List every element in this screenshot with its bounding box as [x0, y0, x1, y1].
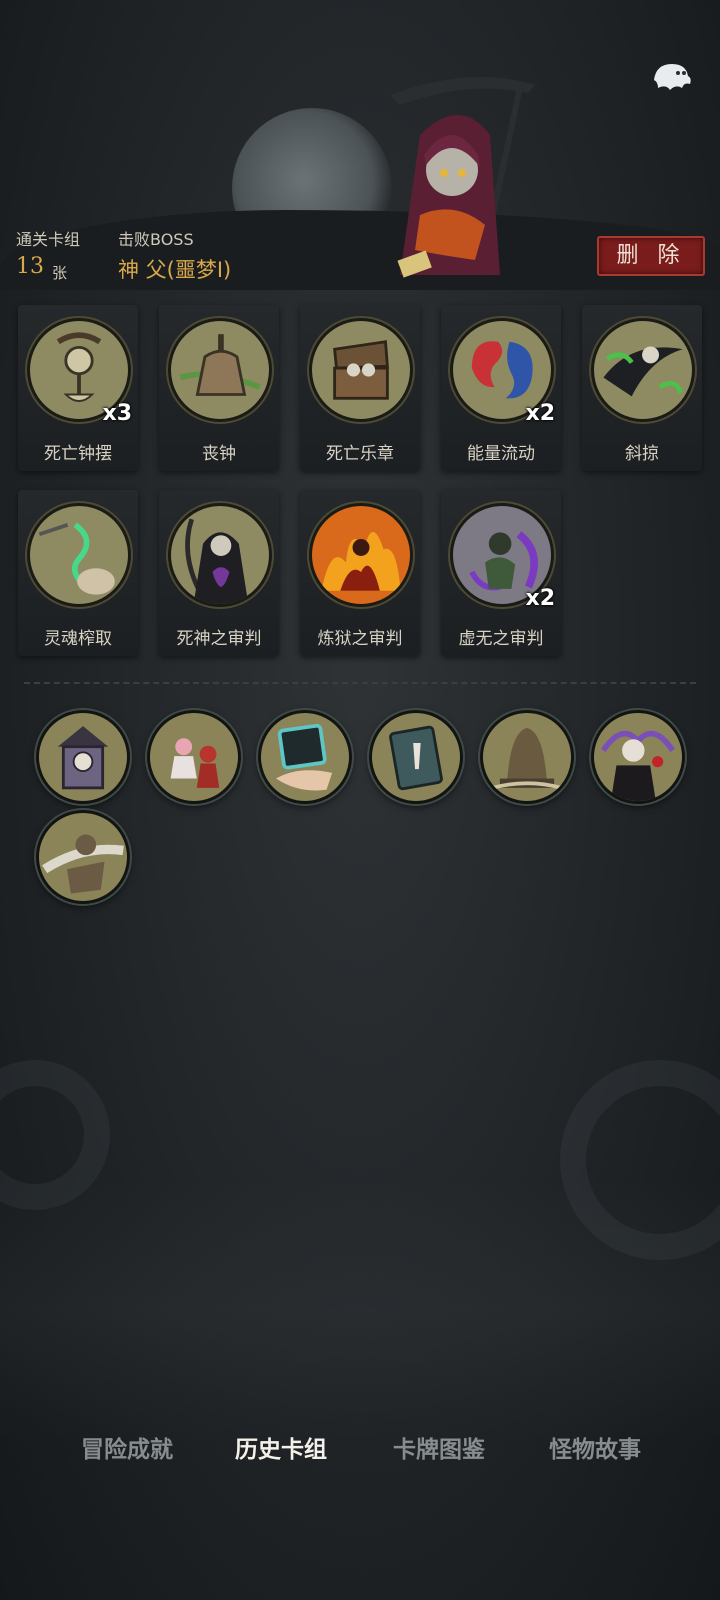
card-multiplier: x2 — [525, 586, 556, 611]
soul-drain-icon — [27, 503, 131, 607]
card-name: 死亡乐章 — [326, 444, 394, 464]
section-divider — [24, 682, 696, 684]
inferno-icon — [309, 503, 413, 607]
card-name: 虚无之审判 — [458, 629, 544, 649]
statue-icon[interactable] — [480, 710, 574, 804]
deck-card[interactable]: x2 能量流动 — [441, 305, 561, 471]
delete-button[interactable]: 删 除 — [597, 236, 705, 276]
deck-card[interactable]: 丧钟 — [159, 305, 279, 471]
slash-icon — [591, 318, 695, 422]
card-name: 炼狱之审判 — [317, 629, 403, 649]
monkey-icon[interactable] — [36, 810, 130, 904]
deck-unit: 张 — [52, 264, 68, 282]
tab-monster-stories[interactable]: 怪物故事 — [530, 1430, 660, 1464]
card-multiplier: x3 — [102, 401, 133, 426]
card-name: 死亡钟摆 — [44, 444, 112, 464]
deck-card[interactable]: 死神之审判 — [159, 490, 279, 656]
bell-icon — [168, 318, 272, 422]
bottom-nav: 冒险成就 历史卡组 卡牌图鉴 怪物故事 — [0, 1430, 720, 1466]
deck-card[interactable]: x2 虚无之审判 — [441, 490, 561, 656]
card-name: 能量流动 — [467, 444, 535, 464]
tab-history-decks[interactable]: 历史卡组 — [216, 1430, 346, 1464]
card-name: 斜掠 — [625, 444, 659, 464]
deck-header: 通关卡组 13 张 击败BOSS 神 父(噩梦I) 删 除 — [0, 0, 720, 300]
deck-card[interactable]: 死亡乐章 — [300, 305, 420, 471]
background-fog — [0, 1180, 720, 1440]
deck-card[interactable]: x3 死亡钟摆 — [18, 305, 138, 471]
chest-icon — [309, 318, 413, 422]
card-name: 死神之审判 — [176, 629, 262, 649]
deck-card[interactable]: 灵魂榨取 — [18, 490, 138, 656]
cuckoo-clock-icon[interactable] — [36, 710, 130, 804]
card-name: 丧钟 — [202, 444, 236, 464]
reaper-character-icon — [390, 77, 535, 278]
tab-card-codex[interactable]: 卡牌图鉴 — [374, 1430, 504, 1464]
boss-name: 神 父(噩梦I) — [118, 258, 232, 282]
card-name: 灵魂榨取 — [44, 629, 112, 649]
tab-adventure-achievements[interactable]: 冒险成就 — [62, 1430, 192, 1464]
card-multiplier: x2 — [525, 401, 556, 426]
deck-label: 通关卡组 — [16, 230, 81, 249]
deck-count: 13 — [16, 254, 44, 279]
reaper-icon — [168, 503, 272, 607]
ghost-icon[interactable] — [648, 58, 694, 96]
deck-card[interactable]: 炼狱之审判 — [300, 490, 420, 656]
boss-label: 击败BOSS — [118, 230, 194, 249]
deck-card[interactable]: 斜掠 — [582, 305, 702, 471]
card-hand-icon[interactable] — [258, 710, 352, 804]
book-icon[interactable] — [369, 710, 463, 804]
dancing-girls-icon[interactable] — [147, 710, 241, 804]
vampire-icon[interactable] — [591, 710, 685, 804]
